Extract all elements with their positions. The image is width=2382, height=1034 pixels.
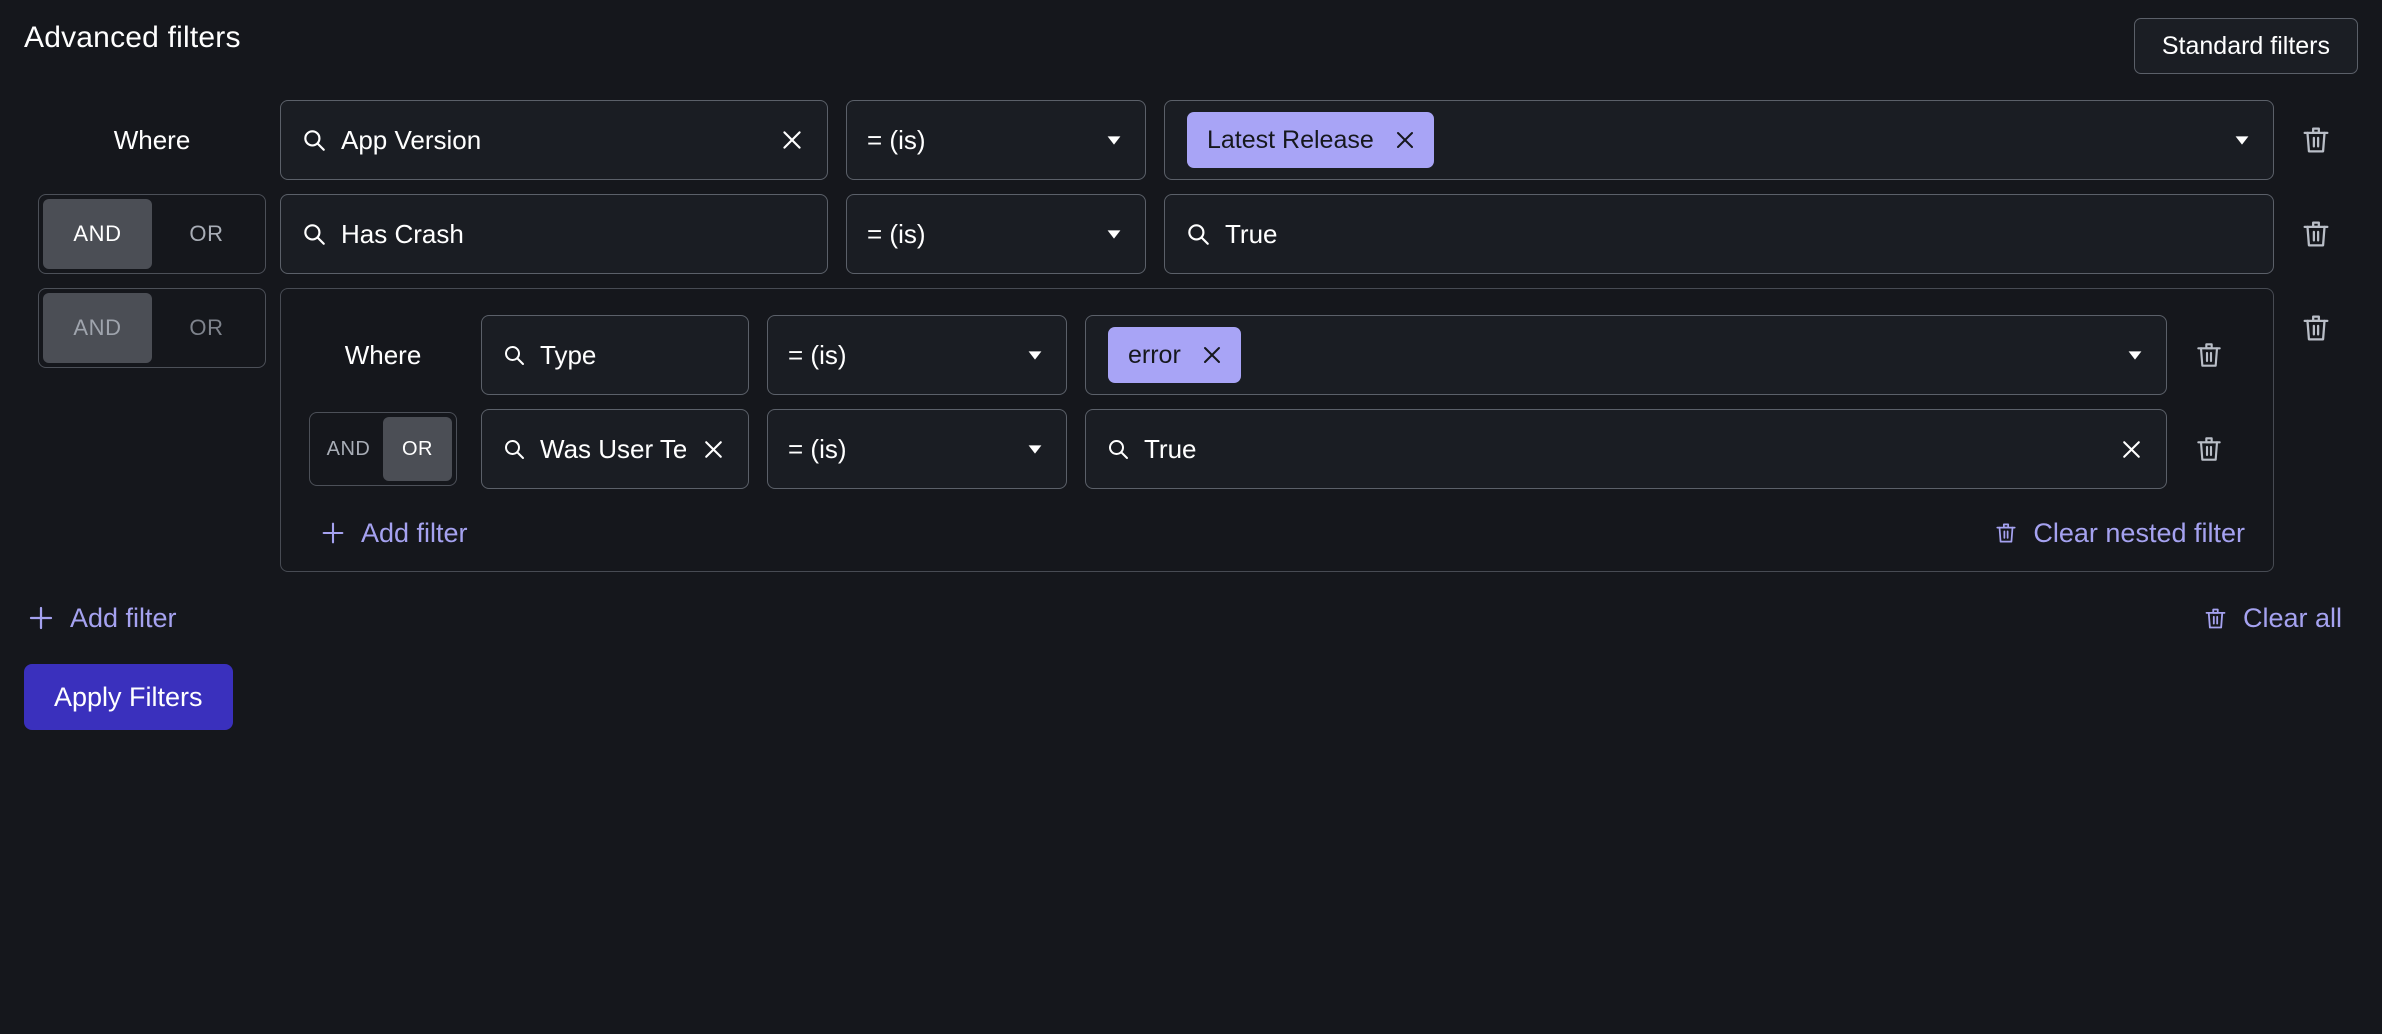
where-label: Where <box>113 125 191 155</box>
chevron-down-icon <box>2124 344 2146 366</box>
clear-all-button[interactable]: Clear all <box>2202 602 2342 634</box>
filter-key-field[interactable]: Type <box>481 315 749 395</box>
add-filter-label: Add filter <box>70 603 177 633</box>
or-segment[interactable]: OR <box>152 199 261 269</box>
clear-key-icon[interactable] <box>777 125 807 155</box>
chevron-down-icon <box>1103 223 1125 245</box>
and-or-toggle[interactable]: AND OR <box>309 412 457 486</box>
where-label: Where <box>344 339 422 370</box>
filter-row: AND OR Was User Terminated <box>303 409 2251 489</box>
nested-add-filter-button[interactable]: Add filter <box>319 517 468 549</box>
clear-nested-filter-button[interactable]: Clear nested filter <box>1993 517 2245 549</box>
filter-operator-value: = (is) <box>867 218 926 249</box>
filter-key-field[interactable]: Was User Terminated <box>481 409 749 489</box>
delete-filter-button[interactable] <box>2274 217 2358 251</box>
nested-filter-group: Where Type = (is) error AND OR Was User … <box>280 288 2274 572</box>
chevron-down-icon <box>1024 438 1046 460</box>
and-segment[interactable]: AND <box>43 293 152 363</box>
and-segment[interactable]: AND <box>314 417 383 481</box>
chevron-down-icon <box>2231 129 2253 151</box>
panel-header: Advanced filters Standard filters <box>0 0 2382 100</box>
clear-all-label: Clear all <box>2242 603 2342 633</box>
filter-row: Where App Version = (is) Latest Release <box>24 100 2358 180</box>
conjunction-slot: AND OR <box>303 412 463 486</box>
plus-icon <box>319 519 347 547</box>
value-chip-label: error <box>1128 341 1181 369</box>
filter-operator-select[interactable]: = (is) <box>767 315 1067 395</box>
filter-key-value: Was User Terminated <box>540 433 686 464</box>
clear-nested-filter-label: Clear nested filter <box>2033 518 2245 548</box>
filter-value-text: True <box>1225 218 1278 249</box>
filter-value-chips: Latest Release <box>1187 112 2219 168</box>
delete-nested-group-button[interactable] <box>2274 288 2358 368</box>
trash-icon <box>2202 605 2229 632</box>
filter-key-value: Type <box>540 339 597 370</box>
filter-operator-value: = (is) <box>867 124 926 155</box>
filter-value-chips: error <box>1108 327 2112 383</box>
plus-icon <box>26 603 56 633</box>
delete-filter-button[interactable] <box>2274 123 2358 157</box>
search-icon <box>301 127 327 153</box>
filter-operator-select[interactable]: = (is) <box>846 194 1146 274</box>
filter-value-field[interactable]: Latest Release <box>1164 100 2274 180</box>
value-chip[interactable]: Latest Release <box>1187 112 1434 168</box>
apply-row: Apply Filters <box>0 634 2382 730</box>
clear-value-icon[interactable] <box>2116 434 2146 464</box>
value-chip-label: Latest Release <box>1207 126 1374 154</box>
delete-filter-button[interactable] <box>2167 339 2251 371</box>
advanced-filters-panel: Advanced filters Standard filters Where … <box>0 0 2382 1034</box>
value-chip[interactable]: error <box>1108 327 1241 383</box>
and-or-toggle-disabled[interactable]: AND OR <box>38 288 266 368</box>
filter-operator-select[interactable]: = (is) <box>846 100 1146 180</box>
apply-filters-button[interactable]: Apply Filters <box>24 664 233 730</box>
filter-value-field[interactable]: True <box>1085 409 2167 489</box>
filter-rows: Where App Version = (is) Latest Release … <box>0 100 2382 572</box>
remove-chip-icon[interactable] <box>1199 342 1225 368</box>
nested-group-actions: Add filter Clear nested filter <box>303 517 2251 549</box>
or-segment[interactable]: OR <box>152 293 261 363</box>
and-or-toggle[interactable]: AND OR <box>38 194 266 274</box>
panel-actions: Add filter Clear all <box>0 586 2382 634</box>
filter-operator-value: = (is) <box>788 433 847 464</box>
filter-row: Where Type = (is) error <box>303 315 2251 395</box>
standard-filters-button[interactable]: Standard filters <box>2133 18 2358 74</box>
chevron-down-icon <box>1103 129 1125 151</box>
nested-filter-row: AND OR Where Type = (is) error AND OR Wa… <box>24 288 2358 572</box>
and-segment[interactable]: AND <box>43 199 152 269</box>
conjunction-slot: AND OR <box>24 194 280 274</box>
search-icon <box>502 437 526 461</box>
filter-key-value: App Version <box>341 124 482 155</box>
trash-icon <box>1993 520 2019 546</box>
conjunction-slot: AND OR <box>24 288 280 368</box>
filter-operator-select[interactable]: = (is) <box>767 409 1067 489</box>
delete-filter-button[interactable] <box>2167 433 2251 465</box>
or-segment[interactable]: OR <box>383 417 452 481</box>
filter-row: AND OR Has Crash = (is) True <box>24 194 2358 274</box>
filter-operator-value: = (is) <box>788 339 847 370</box>
search-icon <box>1185 221 1211 247</box>
filter-key-field[interactable]: App Version <box>280 100 828 180</box>
filter-key-value: Has Crash <box>341 218 464 249</box>
chevron-down-icon <box>1024 344 1046 366</box>
filter-value-text: True <box>1144 433 1197 464</box>
add-filter-button[interactable]: Add filter <box>26 602 177 634</box>
clear-key-icon[interactable] <box>698 434 728 464</box>
search-icon <box>301 221 327 247</box>
search-icon <box>502 343 526 367</box>
page-title: Advanced filters <box>24 21 241 54</box>
filter-value-field[interactable]: True <box>1164 194 2274 274</box>
filter-value-field[interactable]: error <box>1085 315 2167 395</box>
nested-add-filter-label: Add filter <box>361 518 468 548</box>
filter-key-field[interactable]: Has Crash <box>280 194 828 274</box>
remove-chip-icon[interactable] <box>1392 127 1418 153</box>
search-icon <box>1106 437 1130 461</box>
